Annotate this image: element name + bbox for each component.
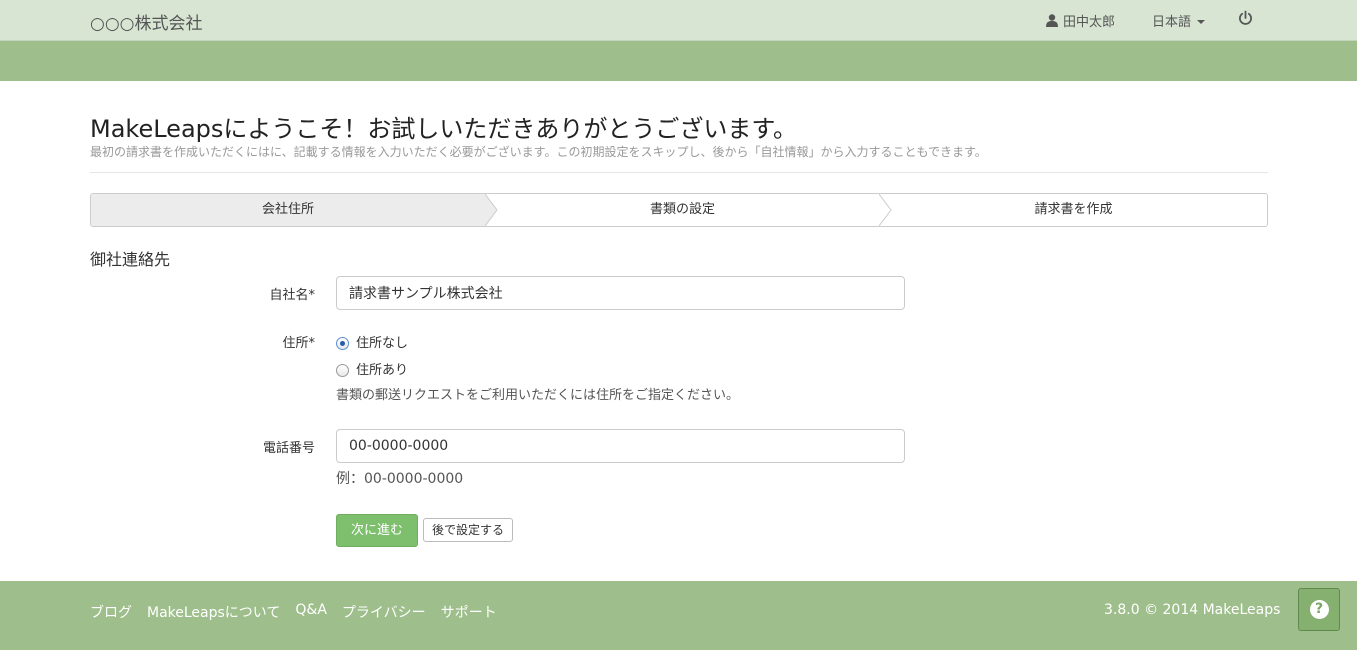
footer-links: ブログ MakeLeapsについて Q&A プライバシー サポート [90, 602, 497, 622]
footer-link-blog[interactable]: ブログ [90, 602, 132, 622]
help-button[interactable]: ? [1298, 588, 1340, 631]
phone-label: 電話番号 [262, 441, 315, 456]
address-option-label: 住所あり [356, 363, 409, 378]
page-subtitle: 最初の請求書を作成いただくにはに、記載する情報を入力いただく必要がございます。こ… [90, 145, 987, 159]
step-document-settings[interactable]: 書類の設定 [485, 194, 880, 226]
setup-steps: 会社住所 書類の設定 請求書を作成 [90, 193, 1268, 227]
user-name: 田中太郎 [1063, 15, 1116, 30]
address-help-text: 書類の郵送リクエストをご利用いただくには住所をご指定ください。 [336, 388, 740, 403]
divider [90, 172, 1268, 173]
phone-help-text: 例：00-0000-0000 [336, 471, 464, 487]
top-navbar: ○○○株式会社 田中太郎 日本語 [0, 0, 1357, 41]
company-brand[interactable]: ○○○株式会社 [90, 9, 203, 34]
step-create-invoice[interactable]: 請求書を作成 [880, 194, 1267, 226]
address-option-present[interactable]: 住所あり [336, 359, 408, 378]
phone-input[interactable] [336, 429, 905, 463]
footer-link-support[interactable]: サポート [441, 602, 497, 622]
step-label: 書類の設定 [649, 202, 715, 217]
section-title: 御社連絡先 [90, 250, 171, 269]
language-dropdown[interactable]: 日本語 [1152, 11, 1206, 30]
footer: ブログ MakeLeapsについて Q&A プライバシー サポート 3.8.0 … [0, 581, 1357, 650]
power-icon [1239, 10, 1252, 25]
step-company-address[interactable]: 会社住所 [91, 194, 485, 226]
copyright-text: 3.8.0 © 2014 MakeLeaps [1104, 602, 1281, 618]
footer-link-about[interactable]: MakeLeapsについて [147, 602, 280, 622]
company-name-label: 自社名* [269, 288, 315, 303]
user-menu[interactable]: 田中太郎 [1046, 11, 1115, 30]
set-later-button[interactable]: 後で設定する [423, 518, 513, 542]
step-label: 会社住所 [261, 202, 314, 217]
header-band [0, 41, 1357, 81]
footer-link-qa[interactable]: Q&A [295, 602, 327, 622]
question-icon: ? [1309, 600, 1329, 619]
address-option-none[interactable]: 住所なし [336, 332, 408, 351]
logout-button[interactable] [1238, 10, 1253, 30]
address-option-label: 住所なし [356, 336, 409, 351]
step-label: 請求書を作成 [1034, 202, 1113, 217]
user-icon [1046, 14, 1058, 27]
company-name-input[interactable] [336, 276, 905, 310]
chevron-down-icon [1197, 19, 1206, 24]
next-button[interactable]: 次に進む [336, 514, 418, 547]
language-label: 日本語 [1152, 15, 1192, 30]
radio-button[interactable] [336, 363, 349, 377]
page-title: MakeLeapsにようこそ！お試しいただきありがとうございます。 [90, 115, 797, 143]
footer-link-privacy[interactable]: プライバシー [342, 602, 426, 622]
address-label: 住所* [282, 336, 315, 351]
radio-button-checked[interactable] [336, 336, 349, 350]
